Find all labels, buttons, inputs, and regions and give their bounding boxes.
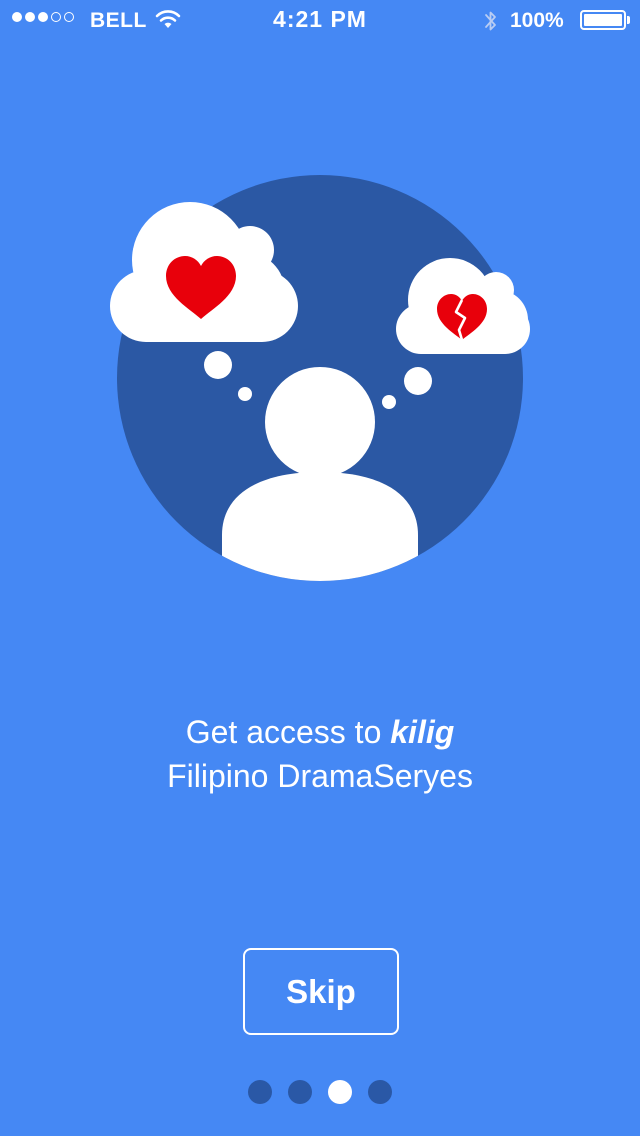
- battery-percent: 100%: [510, 9, 564, 32]
- onboarding-illustration: [0, 160, 640, 600]
- tagline: Get access to kilig Filipino DramaSeryes: [0, 710, 640, 798]
- page-dot-1[interactable]: [248, 1080, 272, 1104]
- tagline-emphasis: kilig: [390, 714, 455, 750]
- battery-level-fill: [584, 14, 622, 26]
- battery-icon: [580, 10, 630, 30]
- page-dot-2[interactable]: [288, 1080, 312, 1104]
- status-bar: BELL 4:21 PM 100%: [0, 0, 640, 40]
- page-dot-4[interactable]: [368, 1080, 392, 1104]
- skip-button[interactable]: Skip: [243, 948, 399, 1035]
- page-indicator[interactable]: [0, 1080, 640, 1104]
- tagline-prefix: Get access to: [185, 714, 391, 750]
- tagline-line-1: Get access to kilig: [0, 710, 640, 754]
- tagline-line-2: Filipino DramaSeryes: [167, 758, 473, 794]
- bluetooth-icon: [483, 8, 499, 39]
- page-dot-3[interactable]: [328, 1080, 352, 1104]
- skip-button-label: Skip: [286, 972, 356, 1010]
